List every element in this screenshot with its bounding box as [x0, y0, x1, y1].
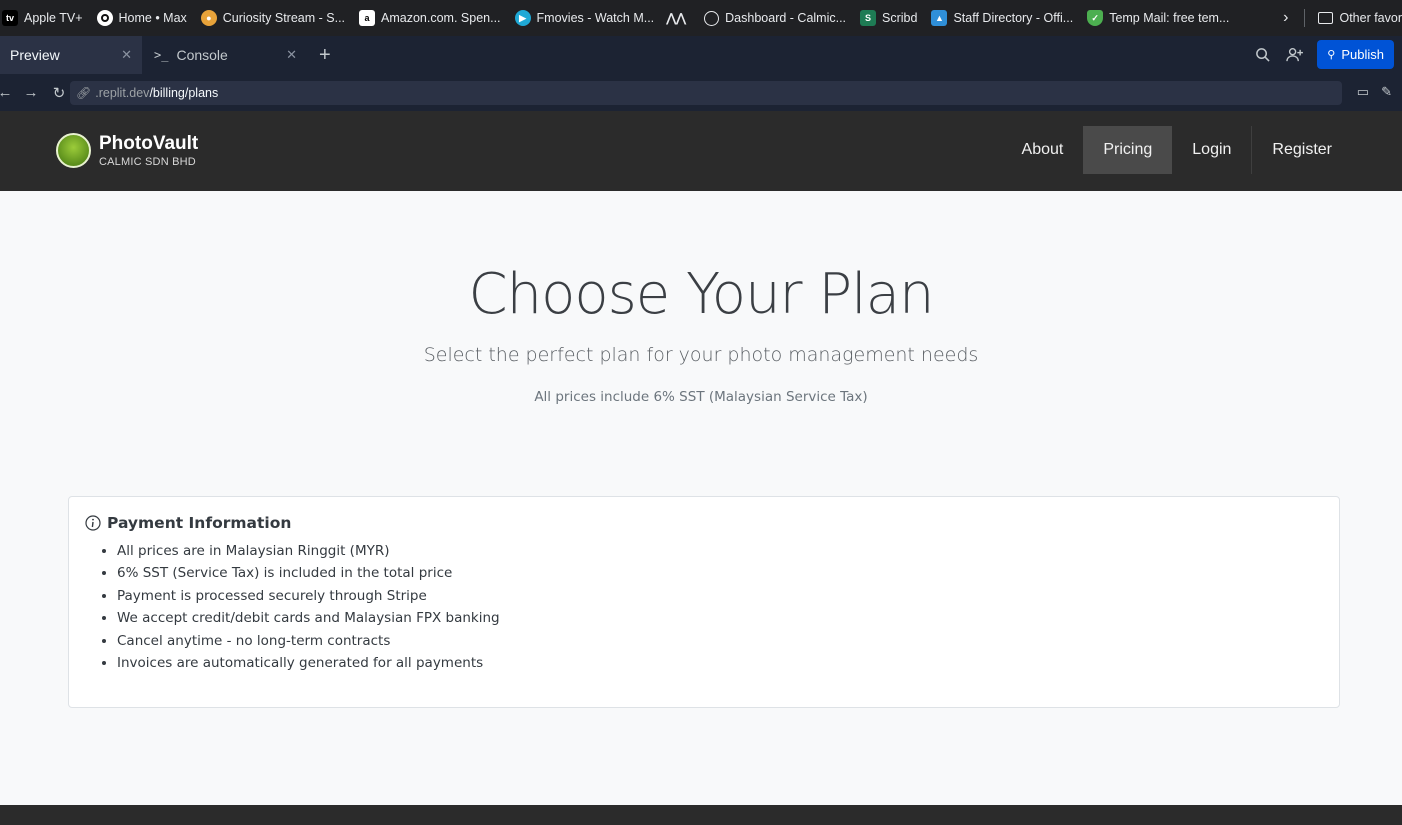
bookmark-staff-directory[interactable]: ▲ Staff Directory - Offi... [924, 0, 1080, 36]
tree-logo-icon[interactable] [56, 133, 91, 168]
fmovies-icon: ▶ [514, 10, 531, 26]
bookmark-label: Temp Mail: free tem... [1109, 11, 1230, 25]
url-domain: .replit.dev [95, 86, 150, 100]
bookmark-label: Home • Max [118, 11, 187, 25]
site-footer [0, 805, 1402, 825]
publish-button[interactable]: ⚲ Publish [1317, 40, 1394, 69]
bookmark-temp-mail[interactable]: ✓ Temp Mail: free tem... [1080, 0, 1236, 36]
info-icon [85, 515, 101, 531]
brand-subtitle: CALMIC SDN BHD [99, 156, 196, 168]
bookmark-other-favorites[interactable]: Other favor [1311, 0, 1402, 36]
bookmark-apple-tv[interactable]: tv Apple TV+ [0, 0, 90, 36]
bookmark-curiosity-stream[interactable]: ● Curiosity Stream - S... [194, 0, 352, 36]
url-path: /billing/plans [149, 86, 219, 100]
bookmark-label: Other favor [1339, 11, 1402, 25]
address-bar: ← → ↻ 🔗︎ .replit.dev /billing/plans ▭ ✎ [0, 74, 1402, 111]
page-title: Choose Your Plan [468, 262, 934, 327]
tax-note: All prices include 6% SST (Malaysian Ser… [534, 389, 868, 405]
bookmark-fmovies[interactable]: ▶ Fmovies - Watch M... [508, 0, 662, 36]
apple-tv-icon: tv [2, 10, 18, 26]
bookmark-scribd[interactable]: S Scribd [853, 0, 924, 36]
workspace-tab-bar: Preview ✕ >_ Console ✕ + ⚲ Publish [0, 36, 1402, 74]
publish-icon: ⚲ [1327, 49, 1336, 61]
devices-icon[interactable]: ▭ [1357, 84, 1369, 100]
bookmark-label: Scribd [882, 11, 918, 25]
bookmark-label: Staff Directory - Offi... [953, 11, 1074, 25]
devtools-icon[interactable]: ✎ [1381, 84, 1392, 100]
site-navbar: PhotoVault CALMIC SDN BHD About Pricing … [0, 111, 1402, 191]
tab-label: Preview [10, 47, 60, 63]
nav-about[interactable]: About [1002, 126, 1084, 174]
bookmark-max[interactable]: Home • Max [90, 0, 194, 36]
link-icon: 🔗︎ [76, 86, 92, 100]
back-icon[interactable]: ← [0, 84, 16, 101]
nav-links: About Pricing Login Register [1002, 126, 1352, 174]
list-item: Cancel anytime - no long-term contracts [117, 633, 500, 655]
bookmark-wave[interactable]: ⋀⋀ [661, 0, 697, 36]
reload-icon[interactable]: ↻ [48, 84, 70, 102]
page-subtitle: Select the perfect plan for your photo m… [423, 344, 979, 366]
url-field[interactable]: 🔗︎ .replit.dev /billing/plans [70, 81, 1342, 105]
staff-directory-icon: ▲ [931, 10, 948, 26]
payment-info-card: Payment Information All prices are in Ma… [68, 496, 1340, 708]
nav-register[interactable]: Register [1251, 126, 1352, 174]
bookmarks-bar: tv Apple TV+ Home • Max ● Curiosity Stre… [0, 0, 1402, 36]
forward-icon[interactable]: → [20, 84, 42, 101]
max-icon [96, 10, 113, 26]
scribd-icon: S [860, 10, 877, 26]
shield-check-icon: ✓ [1087, 10, 1104, 26]
list-item: We accept credit/debit cards and Malaysi… [117, 610, 500, 632]
curiosity-stream-icon: ● [200, 10, 217, 26]
nav-login[interactable]: Login [1172, 126, 1251, 174]
payment-info-title: Payment Information [107, 514, 292, 532]
amazon-icon: a [359, 10, 376, 26]
bookmark-label: Apple TV+ [24, 11, 83, 25]
list-item: Invoices are automatically generated for… [117, 655, 500, 677]
tab-label: Console [176, 47, 228, 63]
terminal-icon: >_ [154, 48, 169, 62]
tab-preview[interactable]: Preview ✕ [0, 36, 142, 74]
list-item: Payment is processed securely through St… [117, 588, 500, 610]
chevron-right-icon[interactable]: › [1273, 9, 1298, 27]
folder-icon [1318, 12, 1334, 24]
bookmark-label: Curiosity Stream - S... [222, 11, 346, 25]
bookmark-amazon[interactable]: a Amazon.com. Spen... [352, 0, 508, 36]
payment-info-heading: Payment Information [85, 514, 291, 532]
bookmark-label: Fmovies - Watch M... [536, 11, 655, 25]
close-icon[interactable]: ✕ [121, 47, 132, 63]
invite-user-icon[interactable] [1285, 46, 1303, 64]
close-icon[interactable]: ✕ [286, 47, 297, 63]
bookmark-label: Amazon.com. Spen... [381, 11, 501, 25]
search-icon[interactable] [1253, 46, 1271, 64]
tab-console[interactable]: >_ Console ✕ [142, 36, 307, 74]
bookmarks-divider [1304, 9, 1306, 27]
brand-name[interactable]: PhotoVault [99, 133, 198, 155]
list-item: All prices are in Malaysian Ringgit (MYR… [117, 543, 500, 565]
payment-info-list: All prices are in Malaysian Ringgit (MYR… [117, 543, 500, 677]
nav-pricing[interactable]: Pricing [1083, 126, 1173, 174]
bookmark-dashboard[interactable]: Dashboard - Calmic... [697, 0, 853, 36]
list-item: 6% SST (Service Tax) is included in the … [117, 565, 500, 587]
add-tab-icon[interactable]: + [319, 44, 331, 67]
globe-icon [704, 10, 720, 26]
publish-label: Publish [1341, 47, 1384, 62]
wave-icon: ⋀⋀ [666, 11, 686, 25]
bookmark-label: Dashboard - Calmic... [725, 11, 847, 25]
